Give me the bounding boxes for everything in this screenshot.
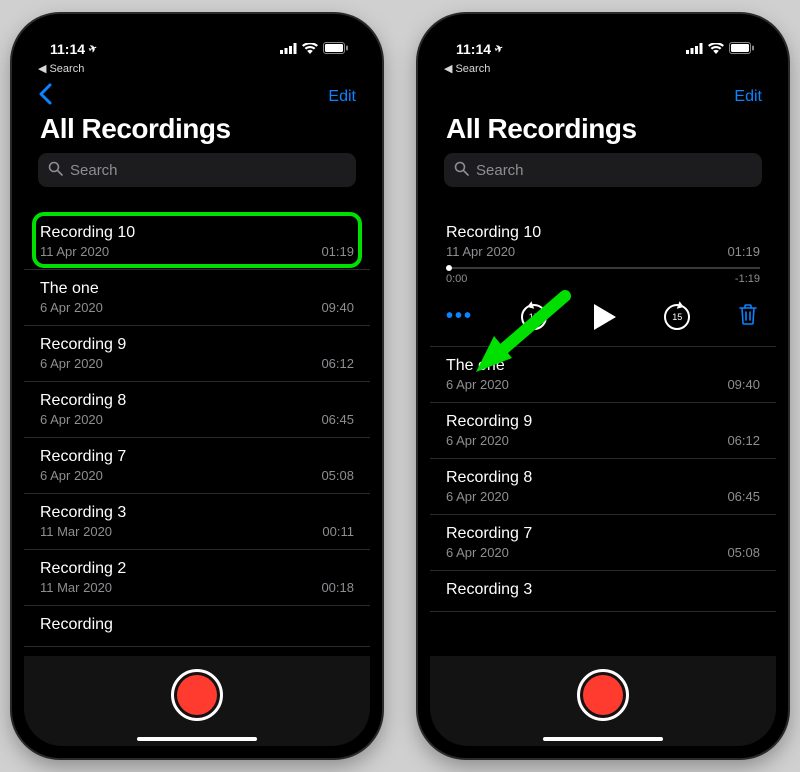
- status-time: 11:14: [456, 41, 491, 57]
- recording-duration: 06:45: [727, 489, 760, 504]
- home-indicator[interactable]: [137, 737, 257, 741]
- back-button[interactable]: [34, 83, 56, 111]
- recording-date: 6 Apr 2020: [446, 377, 509, 392]
- recording-name: Recording 3: [40, 504, 126, 522]
- recording-name: Recording 10: [40, 224, 135, 242]
- record-button[interactable]: [577, 669, 629, 721]
- back-to-app[interactable]: ◀︎ Search: [24, 62, 370, 77]
- recording-duration: 09:40: [727, 377, 760, 392]
- elapsed-time: 0:00: [446, 273, 467, 285]
- recording-duration: 09:40: [321, 300, 354, 315]
- recording-date: 11 Mar 2020: [40, 580, 112, 595]
- signal-icon: [686, 41, 703, 57]
- recording-date: 6 Apr 2020: [446, 545, 509, 560]
- phone-left: 11:14 ✈︎ ◀︎ Search: [12, 14, 382, 758]
- recording-duration: 05:08: [727, 545, 760, 560]
- wifi-icon: [708, 41, 724, 57]
- record-button[interactable]: [171, 669, 223, 721]
- bottom-bar: [430, 656, 776, 746]
- search-input[interactable]: Search: [38, 153, 356, 187]
- battery-icon: [729, 41, 754, 57]
- recording-date: 6 Apr 2020: [40, 468, 103, 483]
- recording-duration: 00:11: [322, 524, 354, 539]
- search-input[interactable]: Search: [444, 153, 762, 187]
- scrubber-knob[interactable]: [446, 265, 452, 271]
- recording-date: 6 Apr 2020: [446, 489, 509, 504]
- recording-item[interactable]: Recording: [24, 606, 370, 647]
- recording-name: Recording 7: [446, 525, 532, 543]
- recording-name: Recording 3: [446, 581, 532, 599]
- phone-right: 11:14 ✈︎ ◀︎ Search: [418, 14, 788, 758]
- recording-name: Recording 8: [446, 469, 532, 487]
- signal-icon: [280, 41, 297, 57]
- recording-item[interactable]: Recording 9 6 Apr 2020 06:12: [24, 326, 370, 382]
- recording-date: 11 Apr 2020: [446, 244, 515, 259]
- chevron-left-icon: ◀︎: [444, 62, 452, 75]
- recording-duration: 01:19: [727, 244, 760, 259]
- recording-date: 6 Apr 2020: [40, 356, 103, 371]
- search-icon: [454, 161, 469, 180]
- search-placeholder: Search: [70, 162, 118, 179]
- recording-item[interactable]: Recording 8 6 Apr 2020 06:45: [24, 382, 370, 438]
- recording-duration: 00:18: [321, 580, 354, 595]
- back-to-app[interactable]: ◀︎ Search: [430, 62, 776, 77]
- recording-name: Recording 10: [446, 224, 541, 242]
- chevron-left-icon: ◀︎: [38, 62, 46, 75]
- recording-date: 11 Apr 2020: [40, 244, 109, 259]
- recording-item[interactable]: Recording 3 11 Mar 2020 00:11: [24, 494, 370, 550]
- recording-item[interactable]: The one 6 Apr 2020 09:40: [430, 347, 776, 403]
- recording-name: Recording 9: [40, 336, 126, 354]
- recording-duration: 06:12: [727, 433, 760, 448]
- notch: [518, 14, 688, 40]
- search-icon: [48, 161, 63, 180]
- location-arrow-icon: ✈︎: [87, 42, 99, 55]
- skip-forward-15-button[interactable]: 15: [664, 304, 690, 330]
- recording-item[interactable]: Recording 10 11 Apr 2020 01:19: [24, 214, 370, 270]
- location-arrow-icon: ✈︎: [493, 42, 505, 55]
- scrubber[interactable]: 0:00 -1:19: [446, 267, 760, 285]
- delete-button[interactable]: [738, 303, 758, 330]
- recording-name: Recording 7: [40, 448, 126, 466]
- recording-item[interactable]: The one 6 Apr 2020 09:40: [24, 270, 370, 326]
- skip-back-15-button[interactable]: 15: [521, 304, 547, 330]
- play-button[interactable]: [594, 304, 616, 330]
- recording-name: Recording: [40, 616, 113, 634]
- search-placeholder: Search: [476, 162, 524, 179]
- status-time: 11:14: [50, 41, 85, 57]
- recording-name: The one: [446, 357, 505, 375]
- edit-button[interactable]: Edit: [734, 88, 762, 106]
- recording-duration: 06:12: [321, 356, 354, 371]
- recording-item[interactable]: Recording 8 6 Apr 2020 06:45: [430, 459, 776, 515]
- recording-item[interactable]: Recording 2 11 Mar 2020 00:18: [24, 550, 370, 606]
- recording-duration: 05:08: [321, 468, 354, 483]
- recording-date: 6 Apr 2020: [40, 412, 103, 427]
- recording-name: Recording 8: [40, 392, 126, 410]
- recording-date: 11 Mar 2020: [40, 524, 112, 539]
- notch: [112, 14, 282, 40]
- recording-item[interactable]: Recording 7 6 Apr 2020 05:08: [430, 515, 776, 571]
- page-title: All Recordings: [430, 113, 776, 153]
- page-title: All Recordings: [24, 113, 370, 153]
- recordings-list[interactable]: Recording 10 11 Apr 2020 01:19 0:00 -1:1…: [430, 214, 776, 656]
- recording-name: The one: [40, 280, 99, 298]
- recording-item[interactable]: Recording 7 6 Apr 2020 05:08: [24, 438, 370, 494]
- recordings-list[interactable]: Recording 10 11 Apr 2020 01:19 The one 6 Apr…: [24, 214, 370, 656]
- recording-item[interactable]: Recording 9 6 Apr 2020 06:12: [430, 403, 776, 459]
- more-options-button[interactable]: •••: [446, 305, 473, 328]
- bottom-bar: [24, 656, 370, 746]
- battery-icon: [323, 41, 348, 57]
- recording-item-expanded[interactable]: Recording 10 11 Apr 2020 01:19 0:00 -1:1…: [430, 214, 776, 347]
- recording-duration: 01:19: [321, 244, 354, 259]
- edit-button[interactable]: Edit: [328, 88, 356, 106]
- recording-item[interactable]: Recording 3: [430, 571, 776, 612]
- recording-duration: 06:45: [321, 412, 354, 427]
- recording-date: 6 Apr 2020: [446, 433, 509, 448]
- home-indicator[interactable]: [543, 737, 663, 741]
- recording-date: 6 Apr 2020: [40, 300, 103, 315]
- recording-name: Recording 9: [446, 413, 532, 431]
- wifi-icon: [302, 41, 318, 57]
- recording-name: Recording 2: [40, 560, 126, 578]
- remaining-time: -1:19: [735, 273, 760, 285]
